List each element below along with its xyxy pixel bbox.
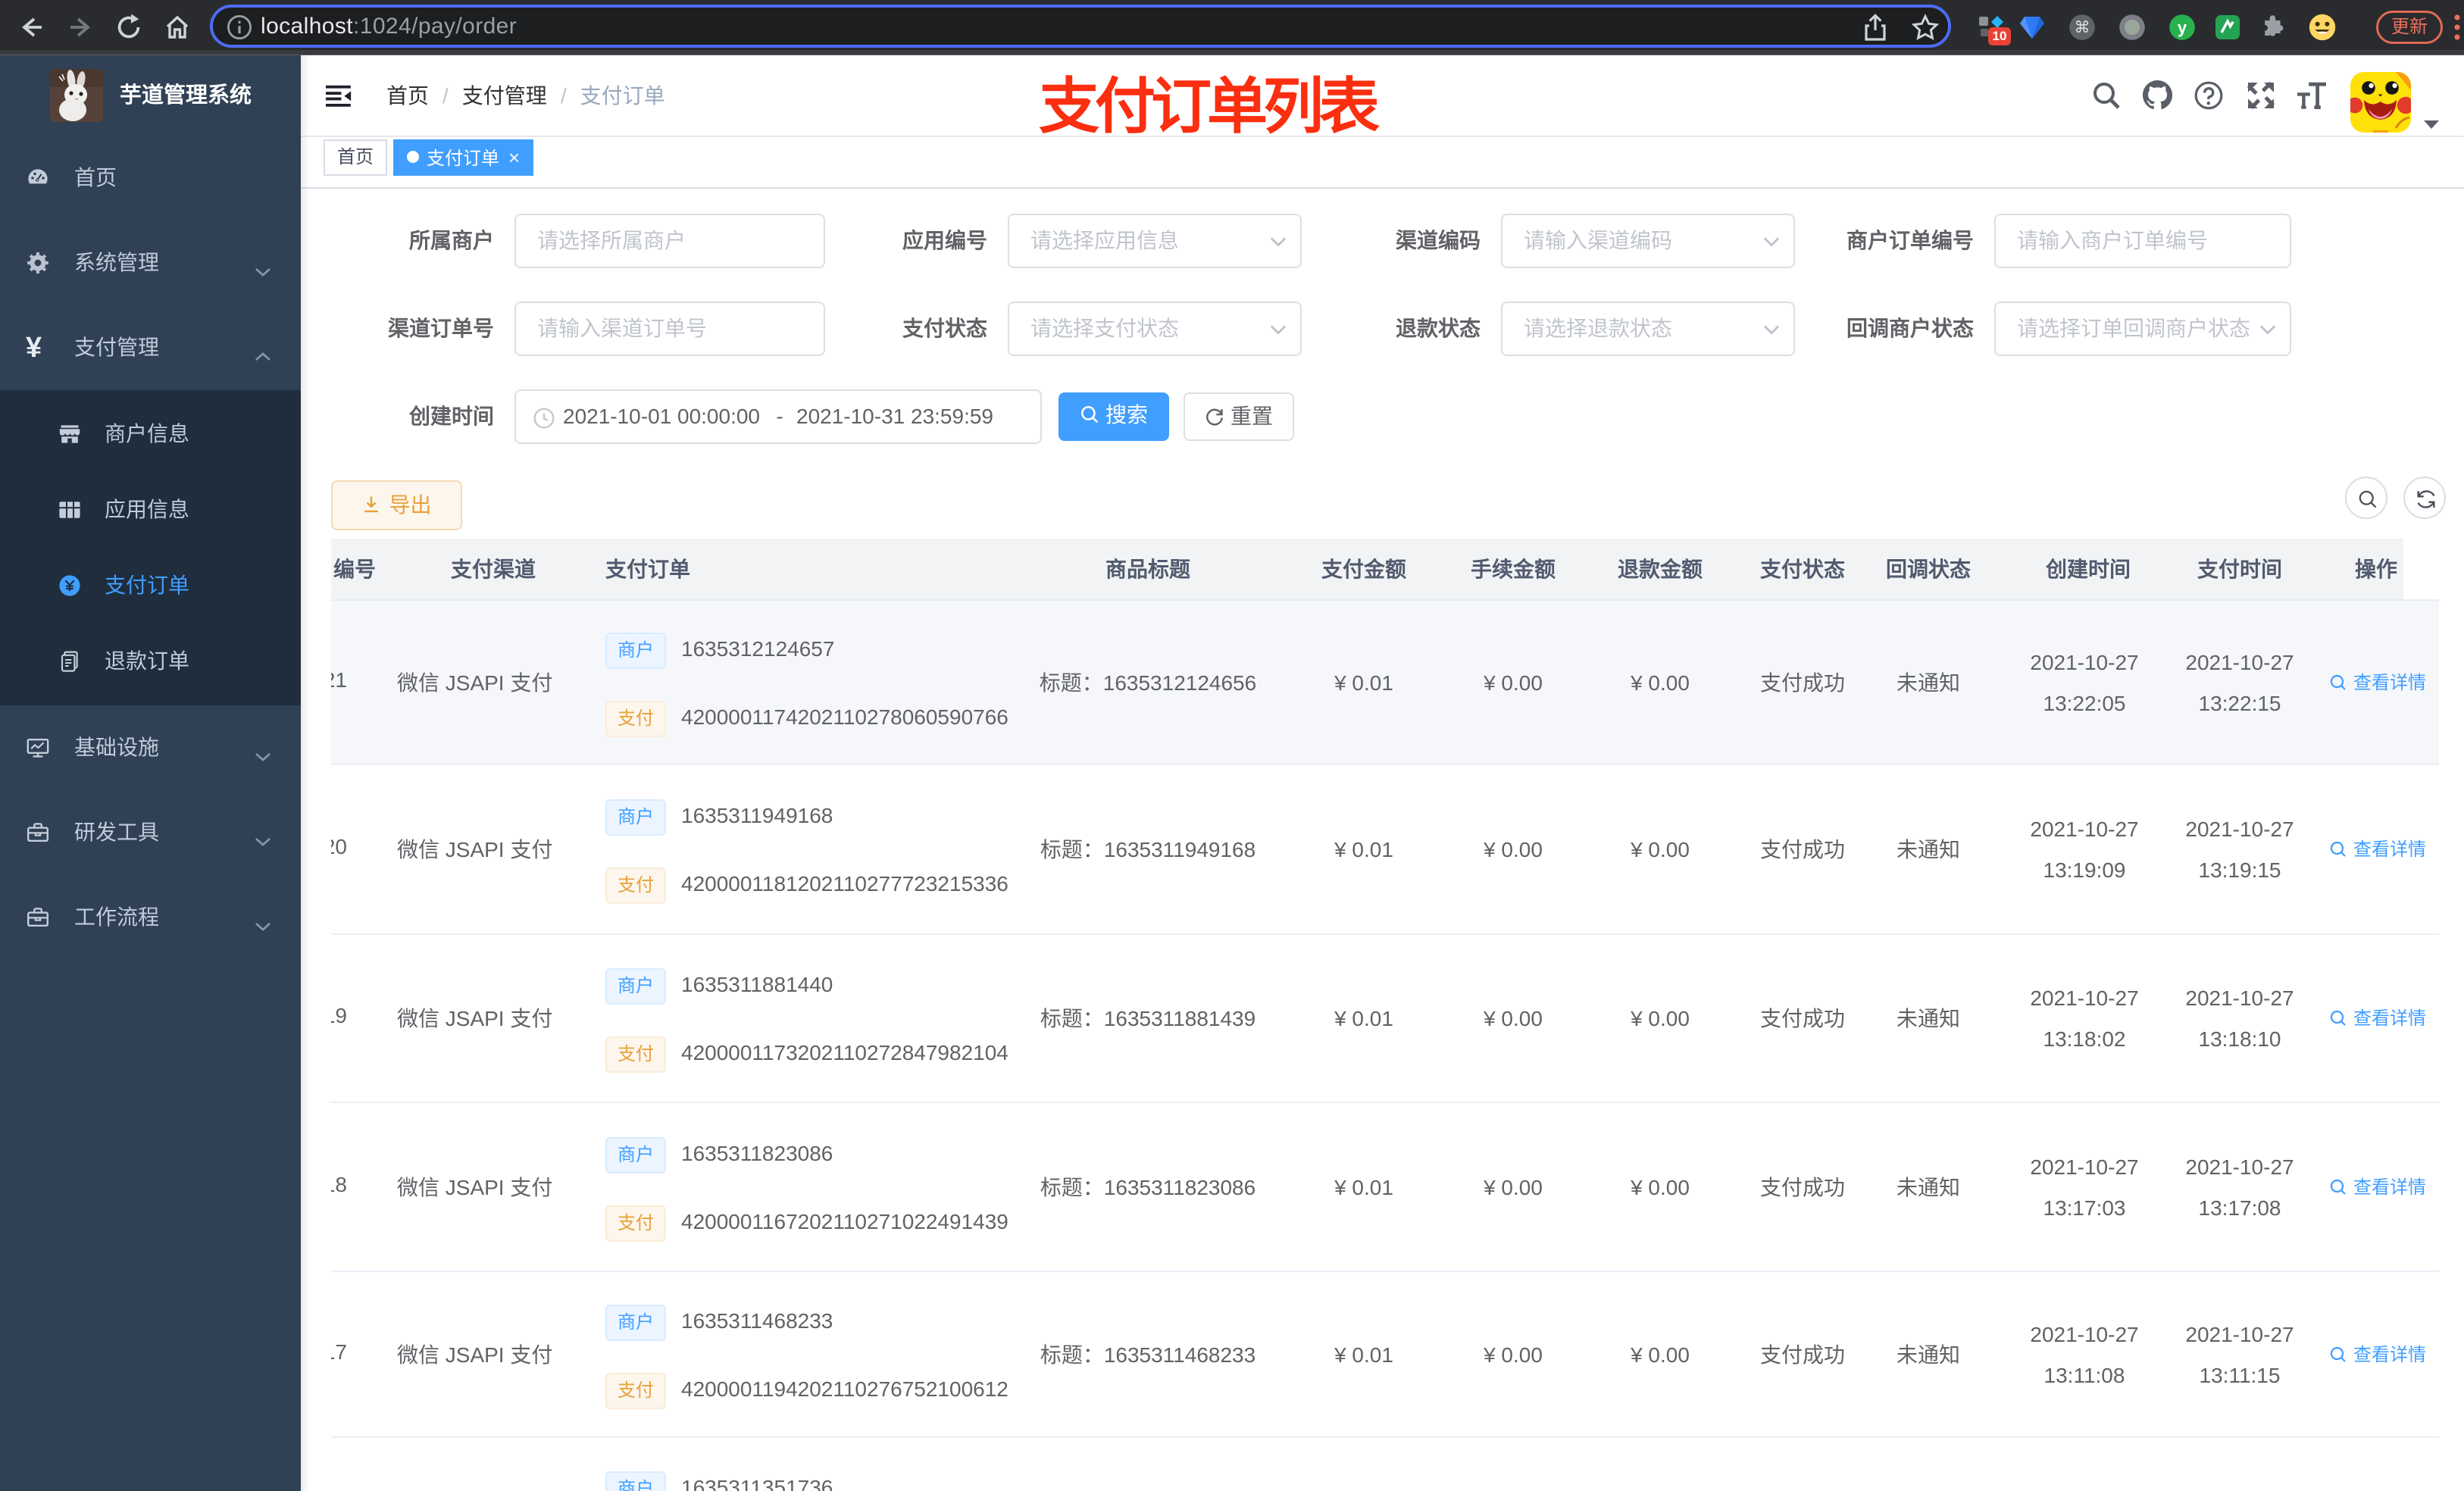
svg-text:y: y: [2178, 18, 2187, 37]
svg-text:⌘: ⌘: [2075, 19, 2090, 36]
